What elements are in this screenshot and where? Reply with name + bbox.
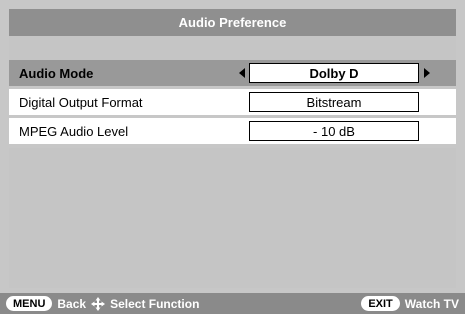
row-label: Digital Output Format [19, 94, 143, 110]
empty-menu-area [9, 148, 456, 288]
title-spacer [9, 36, 456, 60]
row-label: Audio Mode [19, 65, 94, 81]
audio-mode-value[interactable]: Dolby D [249, 63, 419, 83]
mpeg-audio-level-value[interactable]: - 10 dB [249, 121, 419, 141]
footer-left: MENU Back Select Function [6, 296, 199, 311]
select-function-label: Select Function [110, 296, 200, 311]
dpad-arrows-icon [91, 296, 106, 311]
page-title: Audio Preference [9, 9, 456, 36]
row-mpeg-audio-level[interactable]: MPEG Audio Level - 10 dB [9, 118, 456, 144]
footer-right: EXIT Watch TV [361, 296, 459, 311]
arrow-left-icon[interactable] [239, 68, 245, 78]
row-label: MPEG Audio Level [19, 123, 129, 139]
osd-panel: Audio Preference Audio Mode Dolby D Digi… [0, 0, 465, 314]
digital-output-format-value[interactable]: Bitstream [249, 92, 419, 112]
watch-tv-label: Watch TV [404, 296, 459, 311]
back-label: Back [57, 296, 87, 311]
menu-key-badge[interactable]: MENU [6, 296, 53, 311]
row-audio-mode[interactable]: Audio Mode Dolby D [9, 60, 456, 86]
row-digital-output-format[interactable]: Digital Output Format Bitstream [9, 89, 456, 115]
arrow-right-icon[interactable] [424, 68, 430, 78]
exit-key-badge[interactable]: EXIT [361, 296, 400, 311]
footer-bar: MENU Back Select Function EXIT Watch TV [0, 293, 465, 314]
